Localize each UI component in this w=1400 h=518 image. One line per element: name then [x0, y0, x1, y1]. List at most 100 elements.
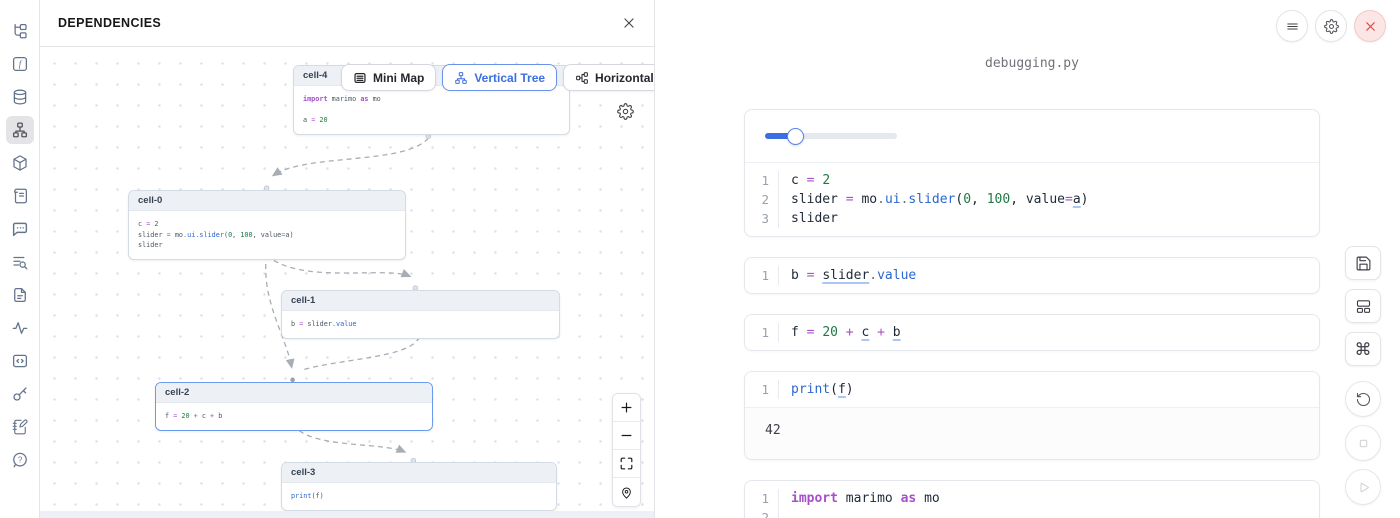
activity-sidebar: f? [0, 0, 40, 518]
view-button-vertical-tree[interactable]: Vertical Tree [442, 64, 557, 91]
view-button-label: Vertical Tree [474, 71, 545, 85]
dependencies-header: DEPENDENCIES [40, 0, 654, 47]
notebook-top-buttons [1276, 10, 1386, 42]
notebook-cell: 123c = 2slider = mo.ui.slider(0, 100, va… [744, 109, 1320, 237]
line-numbers: 1 [745, 323, 779, 342]
node-title: cell-3 [282, 463, 556, 483]
node-title: cell-0 [129, 191, 405, 211]
notebook-cell: 1b = slider.value [744, 257, 1320, 294]
command-palette-icon: ⌘ [1355, 341, 1372, 358]
fit-view-icon [619, 456, 634, 471]
undo-button[interactable] [1345, 381, 1381, 417]
dependency-graph-canvas[interactable]: cell-4import marimo as mo a = 20cell-0c … [40, 47, 654, 518]
zoom-in-button[interactable] [613, 394, 640, 422]
tracebacks-icon [11, 319, 29, 337]
view-button-mini-map[interactable]: Mini Map [341, 64, 436, 91]
menu-icon [1285, 19, 1300, 34]
notebook-cell: 12import marimo as mo [744, 480, 1320, 518]
dependencies-icon [11, 121, 29, 139]
node-code: print(f) [282, 483, 556, 510]
graph-node-cell-3[interactable]: cell-3print(f) [281, 462, 557, 511]
dependencies-panel: DEPENDENCIES [40, 0, 655, 518]
horizontal-scrollbar[interactable] [40, 511, 654, 518]
sidebar-item-file-explorer[interactable] [6, 17, 34, 45]
sidebar-item-packages[interactable] [6, 149, 34, 177]
sidebar-item-chat[interactable] [6, 215, 34, 243]
sidebar-item-tracebacks[interactable] [6, 314, 34, 342]
zoom-in-icon [619, 400, 634, 415]
notebook-side-buttons: ⌘ [1345, 246, 1381, 513]
slider-thumb[interactable] [787, 128, 804, 145]
close-icon[interactable] [622, 16, 636, 30]
settings-icon [1324, 19, 1339, 34]
graph-settings-icon[interactable] [617, 103, 634, 120]
graph-node-cell-1[interactable]: cell-1b = slider.value [281, 290, 560, 339]
run-button[interactable] [1345, 469, 1381, 505]
horizontal-tree-icon [575, 71, 589, 85]
chat-icon [11, 220, 29, 238]
graph-node-cell-0[interactable]: cell-0c = 2slider = mo.ui.slider(0, 100,… [128, 190, 406, 260]
cell-editor[interactable]: 12import marimo as mo [745, 481, 1319, 518]
fit-view-button[interactable] [613, 450, 640, 478]
documentation-icon [11, 286, 29, 304]
packages-icon [11, 154, 29, 172]
cell-editor[interactable]: 1print(f) [745, 372, 1319, 407]
cell-editor[interactable]: 1b = slider.value [745, 258, 1319, 293]
zoom-controls [612, 393, 641, 507]
sidebar-item-dependencies[interactable] [6, 116, 34, 144]
view-button-horizontal-tree[interactable]: Horizontal Tree [563, 64, 654, 91]
sidebar-item-variables[interactable]: f [6, 50, 34, 78]
sidebar-item-datasets[interactable] [6, 83, 34, 111]
run-icon [1355, 479, 1372, 496]
shutdown-button[interactable] [1354, 10, 1386, 42]
sidebar-item-logs[interactable] [6, 182, 34, 210]
line-numbers: 12 [745, 489, 779, 518]
code-lines: print(f) [779, 380, 854, 399]
help-icon: ? [11, 451, 29, 469]
sidebar-item-snippets[interactable] [6, 347, 34, 375]
sidebar-item-documentation[interactable] [6, 281, 34, 309]
vertical-tree-icon [454, 71, 468, 85]
zoom-out-button[interactable] [613, 422, 640, 450]
variables-icon: f [11, 55, 29, 73]
line-numbers: 1 [745, 380, 779, 399]
sidebar-item-search-logs[interactable] [6, 248, 34, 276]
sidebar-item-help[interactable]: ? [6, 446, 34, 474]
notebook-cell: 1f = 20 + c + b [744, 314, 1320, 351]
svg-text:?: ? [17, 455, 22, 464]
sidebar-item-secrets[interactable] [6, 380, 34, 408]
undo-icon [1355, 391, 1372, 408]
graph-view-toolbar: Mini Map Vertical Tree Horizontal Tree [341, 64, 654, 91]
layout-button[interactable] [1345, 289, 1381, 323]
save-icon [1355, 255, 1372, 272]
secrets-icon [11, 385, 29, 403]
slider-widget[interactable] [765, 127, 897, 145]
code-lines: c = 2slider = mo.ui.slider(0, 100, value… [779, 171, 1088, 228]
cell-output [745, 110, 1319, 162]
node-code: import marimo as mo a = 20 [294, 86, 569, 134]
menu-button[interactable] [1276, 10, 1308, 42]
cell-editor[interactable]: 123c = 2slider = mo.ui.slider(0, 100, va… [745, 162, 1319, 236]
node-code: c = 2slider = mo.ui.slider(0, 100, value… [129, 211, 405, 259]
logs-icon [11, 187, 29, 205]
node-code: f = 20 + c + b [156, 403, 432, 430]
command-palette-button[interactable]: ⌘ [1345, 332, 1381, 366]
zoom-out-icon [619, 428, 634, 443]
code-lines: b = slider.value [779, 266, 916, 285]
cell-editor[interactable]: 1f = 20 + c + b [745, 315, 1319, 350]
notebook-cell: 1print(f)42 [744, 371, 1320, 460]
line-numbers: 1 [745, 266, 779, 285]
sidebar-item-scratchpad[interactable] [6, 413, 34, 441]
shutdown-icon [1363, 19, 1378, 34]
graph-node-cell-2[interactable]: cell-2f = 20 + c + b [155, 382, 433, 431]
node-title: cell-1 [282, 291, 559, 311]
minimap-icon [353, 71, 367, 85]
settings-button[interactable] [1315, 10, 1347, 42]
stop-button[interactable] [1345, 425, 1381, 461]
notebook-filename[interactable]: debugging.py [744, 56, 1320, 71]
center-view-button[interactable] [613, 478, 640, 506]
save-button[interactable] [1345, 246, 1381, 280]
node-title: cell-2 [156, 383, 432, 403]
view-button-label: Mini Map [373, 71, 424, 85]
code-lines: import marimo as mo [779, 489, 940, 518]
